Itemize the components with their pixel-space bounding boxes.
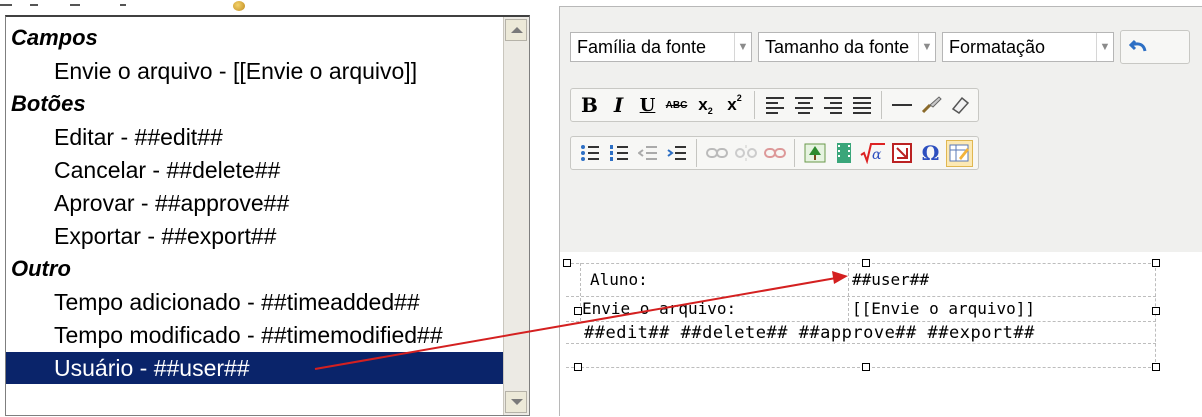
- history-group: [1120, 30, 1190, 64]
- text-format-group: B I U ABC x2 x2: [570, 88, 979, 122]
- table-border: [566, 343, 1156, 344]
- table-border: [566, 321, 1156, 322]
- insert-group: α Ω: [570, 136, 979, 170]
- resize-handle[interactable]: [1152, 307, 1160, 315]
- chevron-down-icon: ▼: [1096, 33, 1113, 61]
- eraser-icon[interactable]: [946, 92, 973, 119]
- italic-button[interactable]: I: [605, 92, 632, 119]
- editor-toolbar: Família da fonte ▼ Tamanho da fonte ▼ Fo…: [560, 7, 1202, 252]
- resize-handle[interactable]: [563, 259, 571, 267]
- vertical-scrollbar[interactable]: [503, 17, 529, 415]
- font-family-value: Família da fonte: [577, 36, 707, 57]
- subscript-button[interactable]: x2: [692, 92, 719, 119]
- svg-text:α: α: [872, 147, 882, 163]
- rich-text-editor: Família da fonte ▼ Tamanho da fonte ▼ Fo…: [559, 6, 1202, 417]
- group-label: Campos: [11, 25, 98, 50]
- table-cell: Envie o arquivo:: [582, 299, 737, 318]
- numbered-list-button[interactable]: [605, 140, 632, 167]
- link-icon[interactable]: [703, 140, 730, 167]
- image-icon[interactable]: [801, 140, 828, 167]
- special-char-omega-icon[interactable]: Ω: [917, 140, 944, 167]
- undo-icon[interactable]: [1126, 34, 1153, 61]
- table-border: [848, 263, 849, 321]
- chevron-down-icon: ▼: [734, 33, 751, 61]
- table-border: [566, 263, 1156, 264]
- resize-handle[interactable]: [574, 307, 582, 315]
- arrow-down-icon: [511, 399, 523, 405]
- table-edit-icon[interactable]: [946, 139, 973, 167]
- table-cell: Aluno:: [590, 270, 648, 289]
- arrow-up-icon: [511, 27, 523, 33]
- scroll-up-button[interactable]: [505, 19, 527, 41]
- bold-button[interactable]: B: [576, 92, 603, 119]
- chevron-down-icon: ▼: [918, 33, 935, 61]
- anchor-link-icon[interactable]: [761, 140, 788, 167]
- media-icon[interactable]: [830, 140, 857, 167]
- table-cell: ##user##: [852, 270, 930, 289]
- list-item-selected[interactable]: Usuário - ##user##: [6, 352, 504, 384]
- cleanup-brush-icon[interactable]: [917, 92, 944, 119]
- align-left-button[interactable]: [761, 92, 788, 119]
- table-cell: ##edit## ##delete## ##approve## ##export…: [584, 323, 1035, 343]
- font-size-select[interactable]: Tamanho da fonte ▼: [758, 32, 936, 62]
- scroll-down-button[interactable]: [505, 391, 527, 413]
- list-item[interactable]: Tempo adicionado - ##timeadded##: [6, 286, 504, 318]
- list-item[interactable]: Cancelar - ##delete##: [6, 154, 504, 186]
- group-label: Botões: [11, 91, 86, 116]
- group-label: Outro: [11, 256, 71, 281]
- font-family-select[interactable]: Família da fonte ▼: [570, 32, 752, 62]
- editor-content-area[interactable]: Aluno: ##user## Envie o arquivo: [[Envie…: [560, 259, 1202, 417]
- table-border: [566, 367, 1156, 368]
- toolbar-separator: [881, 91, 882, 119]
- align-right-button[interactable]: [819, 92, 846, 119]
- strikethrough-button[interactable]: ABC: [663, 92, 690, 119]
- toolbar-separator: [794, 139, 795, 167]
- superscript-button[interactable]: x2: [721, 92, 748, 119]
- table-border: [1155, 263, 1156, 367]
- toolbar-separator: [696, 139, 697, 167]
- nolink-icon[interactable]: [888, 140, 915, 167]
- resize-handle[interactable]: [1152, 259, 1160, 267]
- table-border: [566, 296, 1156, 297]
- list-item[interactable]: Editar - ##edit##: [6, 121, 504, 153]
- bullet-list-button[interactable]: [576, 140, 603, 167]
- justify-button[interactable]: [848, 92, 875, 119]
- format-value: Formatação: [949, 36, 1046, 57]
- format-select[interactable]: Formatação ▼: [942, 32, 1114, 62]
- top-edge-strip: [0, 0, 540, 14]
- resize-handle[interactable]: [574, 363, 582, 371]
- outdent-button[interactable]: [634, 140, 661, 167]
- list-item[interactable]: Exportar - ##export##: [6, 220, 504, 252]
- horizontal-rule-button[interactable]: [888, 92, 915, 119]
- placeholder-list[interactable]: Campos Envie o arquivo - [[Envie o arqui…: [5, 15, 530, 416]
- align-center-button[interactable]: [790, 92, 817, 119]
- unlink-icon[interactable]: [732, 140, 759, 167]
- resize-handle[interactable]: [862, 363, 870, 371]
- list-item[interactable]: Tempo modificado - ##timemodified##: [6, 319, 504, 351]
- math-formula-icon[interactable]: α: [859, 140, 886, 167]
- font-size-value: Tamanho da fonte: [765, 36, 910, 57]
- list-item[interactable]: Envie o arquivo - [[Envie o arquivo]]: [6, 55, 504, 87]
- underline-button[interactable]: U: [634, 92, 661, 119]
- indent-button[interactable]: [663, 140, 690, 167]
- table-cell: [[Envie o arquivo]]: [852, 299, 1036, 318]
- toolbar-separator: [754, 91, 755, 119]
- resize-handle[interactable]: [862, 259, 870, 267]
- resize-handle[interactable]: [1152, 363, 1160, 371]
- ornament-icon: [233, 1, 245, 11]
- list-item[interactable]: Aprovar - ##approve##: [6, 187, 504, 219]
